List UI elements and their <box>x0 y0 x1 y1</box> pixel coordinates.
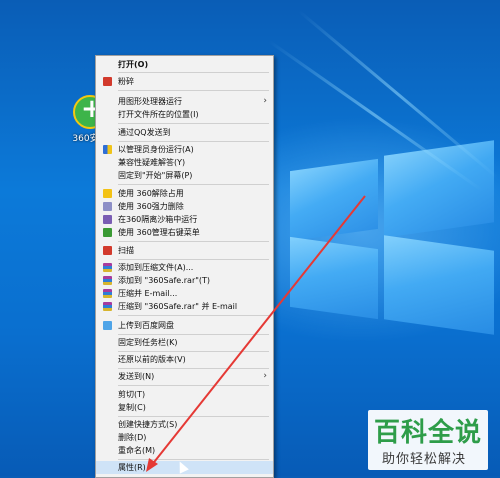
winrar-icon <box>103 263 112 272</box>
menu-separator <box>118 416 269 417</box>
menu-item-pin-start[interactable]: 固定到"开始"屏幕(P) <box>96 169 273 182</box>
menu-item-360-delete[interactable]: 使用 360强力删除 <box>96 200 273 213</box>
menu-item-label: 使用 360管理右键菜单 <box>118 228 200 237</box>
menu-item-copy[interactable]: 复制(C) <box>96 401 273 414</box>
menu-separator <box>118 385 269 386</box>
menu-item-compress-rar-email[interactable]: 压缩到 "360Safe.rar" 并 E-mail <box>96 300 273 313</box>
menu-item-label: 删除(D) <box>118 433 147 442</box>
baidu-cloud-icon <box>103 321 112 330</box>
menu-item-label: 添加到压缩文件(A)... <box>118 263 194 272</box>
menu-item-360-sandbox[interactable]: 在360隔离沙箱中运行 <box>96 213 273 226</box>
windows-logo-pane-tl <box>290 158 378 242</box>
menu-item-label: 创建快捷方式(S) <box>118 420 178 429</box>
menu-item-restore-versions[interactable]: 还原以前的版本(V) <box>96 353 273 366</box>
watermark-subtitle: 助你轻松解决 <box>382 452 467 467</box>
menu-item-create-shortcut[interactable]: 创建快捷方式(S) <box>96 418 273 431</box>
menu-item-label: 打开文件所在的位置(I) <box>118 110 199 119</box>
menu-item-label: 使用 360强力删除 <box>118 202 184 211</box>
menu-item-shred[interactable]: 粉碎 <box>96 75 273 88</box>
menu-item-add-archive[interactable]: 添加到压缩文件(A)... <box>96 261 273 274</box>
menu-item-label: 复制(C) <box>118 403 146 412</box>
menu-item-label: 扫描 <box>118 246 134 255</box>
menu-item-scan[interactable]: 扫描 <box>96 244 273 257</box>
menu-item-label: 以管理员身份运行(A) <box>118 145 194 154</box>
menu-item-send-to[interactable]: 发送到(N) › <box>96 370 273 383</box>
menu-separator <box>118 259 269 260</box>
windows-logo-pane-bl <box>290 236 378 320</box>
360-scan-icon <box>103 246 112 255</box>
menu-item-delete[interactable]: 删除(D) <box>96 431 273 444</box>
winrar-icon <box>103 302 112 311</box>
menu-item-open[interactable]: 打开(O) <box>96 58 273 71</box>
menu-item-label: 在360隔离沙箱中运行 <box>118 215 198 224</box>
submenu-arrow-icon: › <box>263 96 267 106</box>
menu-item-label: 上传到百度网盘 <box>118 321 174 330</box>
360-icon <box>103 189 112 198</box>
menu-item-label: 还原以前的版本(V) <box>118 355 186 364</box>
menu-item-label: 用图形处理器运行 <box>118 97 182 106</box>
menu-item-compat[interactable]: 兼容性疑难解答(Y) <box>96 156 273 169</box>
menu-item-label: 使用 360解除占用 <box>118 189 184 198</box>
menu-item-label: 添加到 "360Safe.rar"(T) <box>118 276 211 285</box>
context-menu: 打开(O) 粉碎 用图形处理器运行 › 打开文件所在的位置(I) 通过QQ发送到 … <box>95 55 274 478</box>
menu-separator <box>118 123 269 124</box>
360-ball-icon <box>103 202 112 211</box>
menu-item-rename[interactable]: 重命名(M) <box>96 444 273 457</box>
menu-item-label: 固定到"开始"屏幕(P) <box>118 171 193 180</box>
watermark-title: 百科全说 <box>374 418 483 448</box>
menu-item-label: 粉碎 <box>118 77 134 86</box>
menu-item-run-as-admin[interactable]: 以管理员身份运行(A) <box>96 143 273 156</box>
submenu-arrow-icon: › <box>263 371 267 381</box>
menu-separator <box>118 334 269 335</box>
menu-separator <box>118 141 269 142</box>
winrar-icon <box>103 276 112 285</box>
menu-item-label: 通过QQ发送到 <box>118 128 171 137</box>
menu-separator <box>118 90 269 91</box>
menu-separator <box>118 459 269 460</box>
menu-item-compress-email[interactable]: 压缩并 E-mail... <box>96 287 273 300</box>
menu-separator <box>118 241 269 242</box>
menu-item-360-unlock[interactable]: 使用 360解除占用 <box>96 187 273 200</box>
menu-separator <box>118 351 269 352</box>
menu-item-open-location[interactable]: 打开文件所在的位置(I) <box>96 108 273 121</box>
menu-separator <box>118 72 269 73</box>
menu-separator <box>118 184 269 185</box>
watermark: 百科全说 助你轻松解决 <box>368 410 488 470</box>
menu-item-add-rar[interactable]: 添加到 "360Safe.rar"(T) <box>96 274 273 287</box>
menu-item-label: 打开(O) <box>118 60 149 69</box>
menu-separator <box>118 368 269 369</box>
menu-item-label: 兼容性疑难解答(Y) <box>118 158 186 167</box>
menu-item-run-with-gpu[interactable]: 用图形处理器运行 › <box>96 95 273 108</box>
menu-item-label: 压缩并 E-mail... <box>118 289 178 298</box>
menu-item-baidu-upload[interactable]: 上传到百度网盘 <box>96 319 273 332</box>
menu-item-pin-taskbar[interactable]: 固定到任务栏(K) <box>96 336 273 349</box>
menu-item-label: 固定到任务栏(K) <box>118 338 178 347</box>
menu-item-cut[interactable]: 剪切(T) <box>96 388 273 401</box>
menu-item-label: 重命名(M) <box>118 446 156 455</box>
sandbox-icon <box>103 215 112 224</box>
360-gear-icon <box>103 228 112 237</box>
360-shred-icon <box>103 77 112 86</box>
menu-item-label: 剪切(T) <box>118 390 146 399</box>
winrar-icon <box>103 289 112 298</box>
menu-item-label: 属性(R) <box>118 463 146 472</box>
menu-item-send-qq[interactable]: 通过QQ发送到 <box>96 126 273 139</box>
menu-item-360-manage[interactable]: 使用 360管理右键菜单 <box>96 226 273 239</box>
menu-item-label: 发送到(N) <box>118 372 155 381</box>
menu-item-label: 压缩到 "360Safe.rar" 并 E-mail <box>118 302 238 311</box>
menu-separator <box>118 315 269 316</box>
windows-logo-pane-br <box>384 235 494 335</box>
uac-shield-icon <box>103 145 112 154</box>
